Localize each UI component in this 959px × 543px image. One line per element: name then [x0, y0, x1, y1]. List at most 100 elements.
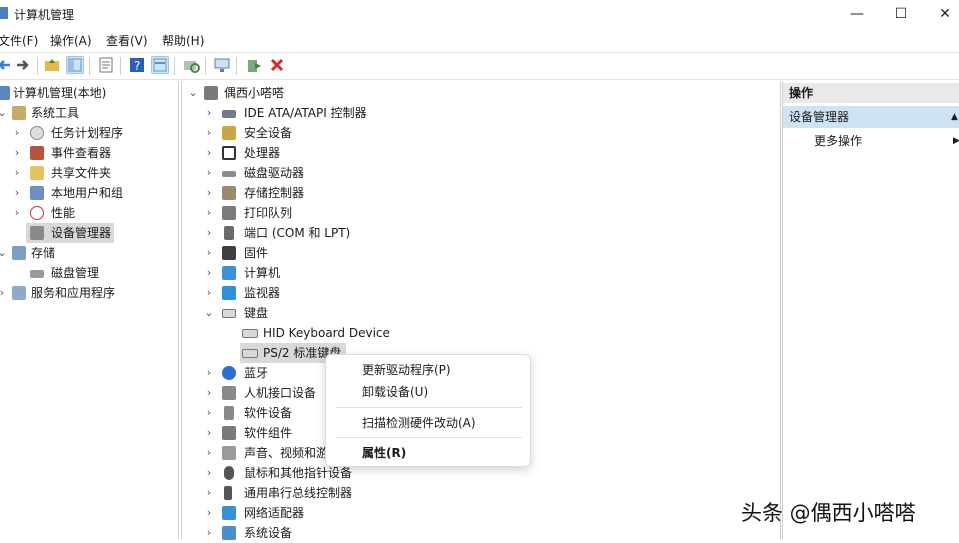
view-icon[interactable] [151, 56, 169, 74]
software-device-icon [224, 406, 234, 420]
show-tree-icon[interactable] [66, 56, 84, 74]
tree-item-device-manager[interactable]: 设备管理器 [26, 223, 114, 243]
chevron-right-icon[interactable]: › [204, 203, 214, 223]
ide-controller-icon [222, 110, 236, 118]
chevron-right-icon[interactable]: › [204, 183, 214, 203]
chevron-right-icon[interactable]: › [204, 363, 214, 383]
mouse-icon [224, 466, 234, 480]
hid-icon [222, 386, 236, 400]
tools-icon [12, 106, 26, 120]
up-folder-icon[interactable] [43, 56, 61, 74]
watermark: 头条 @偶西小嗒嗒 [741, 501, 916, 525]
tree-item-event-viewer[interactable]: › 事件查看器 [0, 143, 178, 163]
chevron-right-icon[interactable]: › [12, 163, 22, 183]
chevron-right-icon[interactable]: › [204, 383, 214, 403]
tree-item-services-apps[interactable]: › 服务和应用程序 [0, 283, 178, 303]
performance-icon [30, 206, 44, 220]
more-actions[interactable]: 更多操作 ▶ [783, 131, 959, 151]
menu-action[interactable]: 操作(A) [50, 32, 92, 49]
chevron-right-icon[interactable]: › [204, 223, 214, 243]
storage-controller-icon [222, 186, 236, 200]
tree-item-task-scheduler[interactable]: › 任务计划程序 [0, 123, 178, 143]
chevron-right-icon[interactable]: › [204, 283, 214, 303]
close-button[interactable]: ✕ [930, 4, 959, 24]
computer-management-icon [0, 86, 10, 100]
chevron-right-icon[interactable]: › [0, 283, 7, 303]
chevron-right-icon[interactable]: › [204, 163, 214, 183]
back-arrow-icon[interactable] [0, 56, 14, 74]
tree-item-shared-folders[interactable]: › 共享文件夹 [0, 163, 178, 183]
tree-item-local-users[interactable]: › 本地用户和组 [0, 183, 178, 203]
tree-root[interactable]: 计算机管理(本地) [0, 83, 178, 103]
forward-arrow-icon[interactable] [14, 56, 32, 74]
maximize-button[interactable]: ☐ [886, 4, 916, 24]
update-driver-icon[interactable] [245, 56, 263, 74]
clock-icon [30, 126, 44, 140]
disk-icon [30, 270, 44, 278]
minimize-button[interactable]: — [842, 4, 872, 24]
monitor-icon[interactable] [213, 56, 231, 74]
device-manager-icon [30, 226, 44, 240]
chevron-right-icon[interactable]: › [12, 203, 22, 223]
navigation-tree: 计算机管理(本地) ⌄ 系统工具 › 任务计划程序 › 事件查看器 › 共享文件… [0, 81, 179, 539]
chevron-right-icon[interactable]: › [204, 523, 214, 543]
uninstall-icon[interactable] [268, 56, 286, 74]
port-icon [224, 226, 234, 240]
shared-folder-icon [30, 166, 44, 180]
chevron-down-icon[interactable]: ⌄ [204, 303, 214, 323]
tree-item-disk-management[interactable]: 磁盘管理 [0, 263, 178, 283]
chevron-right-icon[interactable]: › [204, 403, 214, 423]
firmware-icon [222, 246, 236, 260]
menu-help[interactable]: 帮助(H) [162, 32, 204, 49]
tree-item-system-tools[interactable]: ⌄ 系统工具 [0, 103, 178, 123]
menu-uninstall-device[interactable]: 卸载设备(U) [362, 383, 428, 400]
menu-scan-hardware[interactable]: 扫描检测硬件改动(A) [362, 414, 476, 431]
chevron-right-icon[interactable]: › [204, 423, 214, 443]
menu-properties[interactable]: 属性(R) [362, 444, 406, 461]
menu-bar: 文件(F) 操作(A) 查看(V) 帮助(H) [0, 30, 959, 50]
disk-drive-icon [222, 171, 236, 177]
system-device-icon [222, 526, 236, 540]
security-device-icon [222, 126, 236, 140]
chevron-right-icon[interactable]: › [204, 483, 214, 503]
menu-file[interactable]: 文件(F) [0, 32, 38, 49]
svg-text:?: ? [134, 59, 140, 73]
chevron-down-icon[interactable]: ⌄ [188, 83, 198, 103]
chevron-down-icon[interactable]: ⌄ [0, 103, 7, 123]
scan-icon[interactable] [182, 56, 200, 74]
keyboard-icon [222, 309, 236, 318]
chevron-right-icon[interactable]: › [204, 123, 214, 143]
chevron-right-icon[interactable]: › [204, 103, 214, 123]
device-tree: ⌄ 偶西小嗒嗒 › IDE ATA/ATAPI 控制器 › 安全设备 › 处理器… [181, 81, 781, 540]
chevron-right-icon[interactable]: › [204, 263, 214, 283]
submenu-arrow-icon: ▶ [953, 136, 959, 146]
chevron-right-icon[interactable]: › [12, 183, 22, 203]
actions-section[interactable]: 设备管理器 ▲ [783, 106, 959, 128]
chevron-right-icon[interactable]: › [204, 503, 214, 523]
action-pane: 操作 设备管理器 ▲ 更多操作 ▶ [782, 81, 959, 539]
collapse-arrow-icon[interactable]: ▲ [951, 106, 958, 128]
chevron-right-icon[interactable]: › [204, 243, 214, 263]
keyboard-icon [242, 329, 258, 338]
chevron-right-icon[interactable]: › [204, 143, 214, 163]
event-viewer-icon [30, 146, 44, 160]
computer-icon [204, 86, 218, 100]
chevron-right-icon[interactable]: › [204, 443, 214, 463]
chevron-right-icon[interactable]: › [12, 143, 22, 163]
printer-icon [222, 206, 236, 220]
actions-header: 操作 [783, 83, 959, 103]
tree-item-performance[interactable]: › 性能 [0, 203, 178, 223]
software-component-icon [222, 426, 236, 440]
usb-icon [224, 486, 232, 500]
computer-icon [222, 266, 236, 280]
chevron-right-icon[interactable]: › [204, 463, 214, 483]
chevron-right-icon[interactable]: › [12, 123, 22, 143]
help-icon[interactable]: ? [128, 56, 146, 74]
speaker-icon [222, 446, 236, 460]
menu-update-driver[interactable]: 更新驱动程序(P) [362, 361, 451, 378]
tree-item-storage[interactable]: ⌄ 存储 [0, 243, 178, 263]
keyboard-icon [242, 349, 258, 358]
chevron-down-icon[interactable]: ⌄ [0, 243, 7, 263]
properties-icon[interactable] [97, 56, 115, 74]
menu-view[interactable]: 查看(V) [106, 32, 148, 49]
